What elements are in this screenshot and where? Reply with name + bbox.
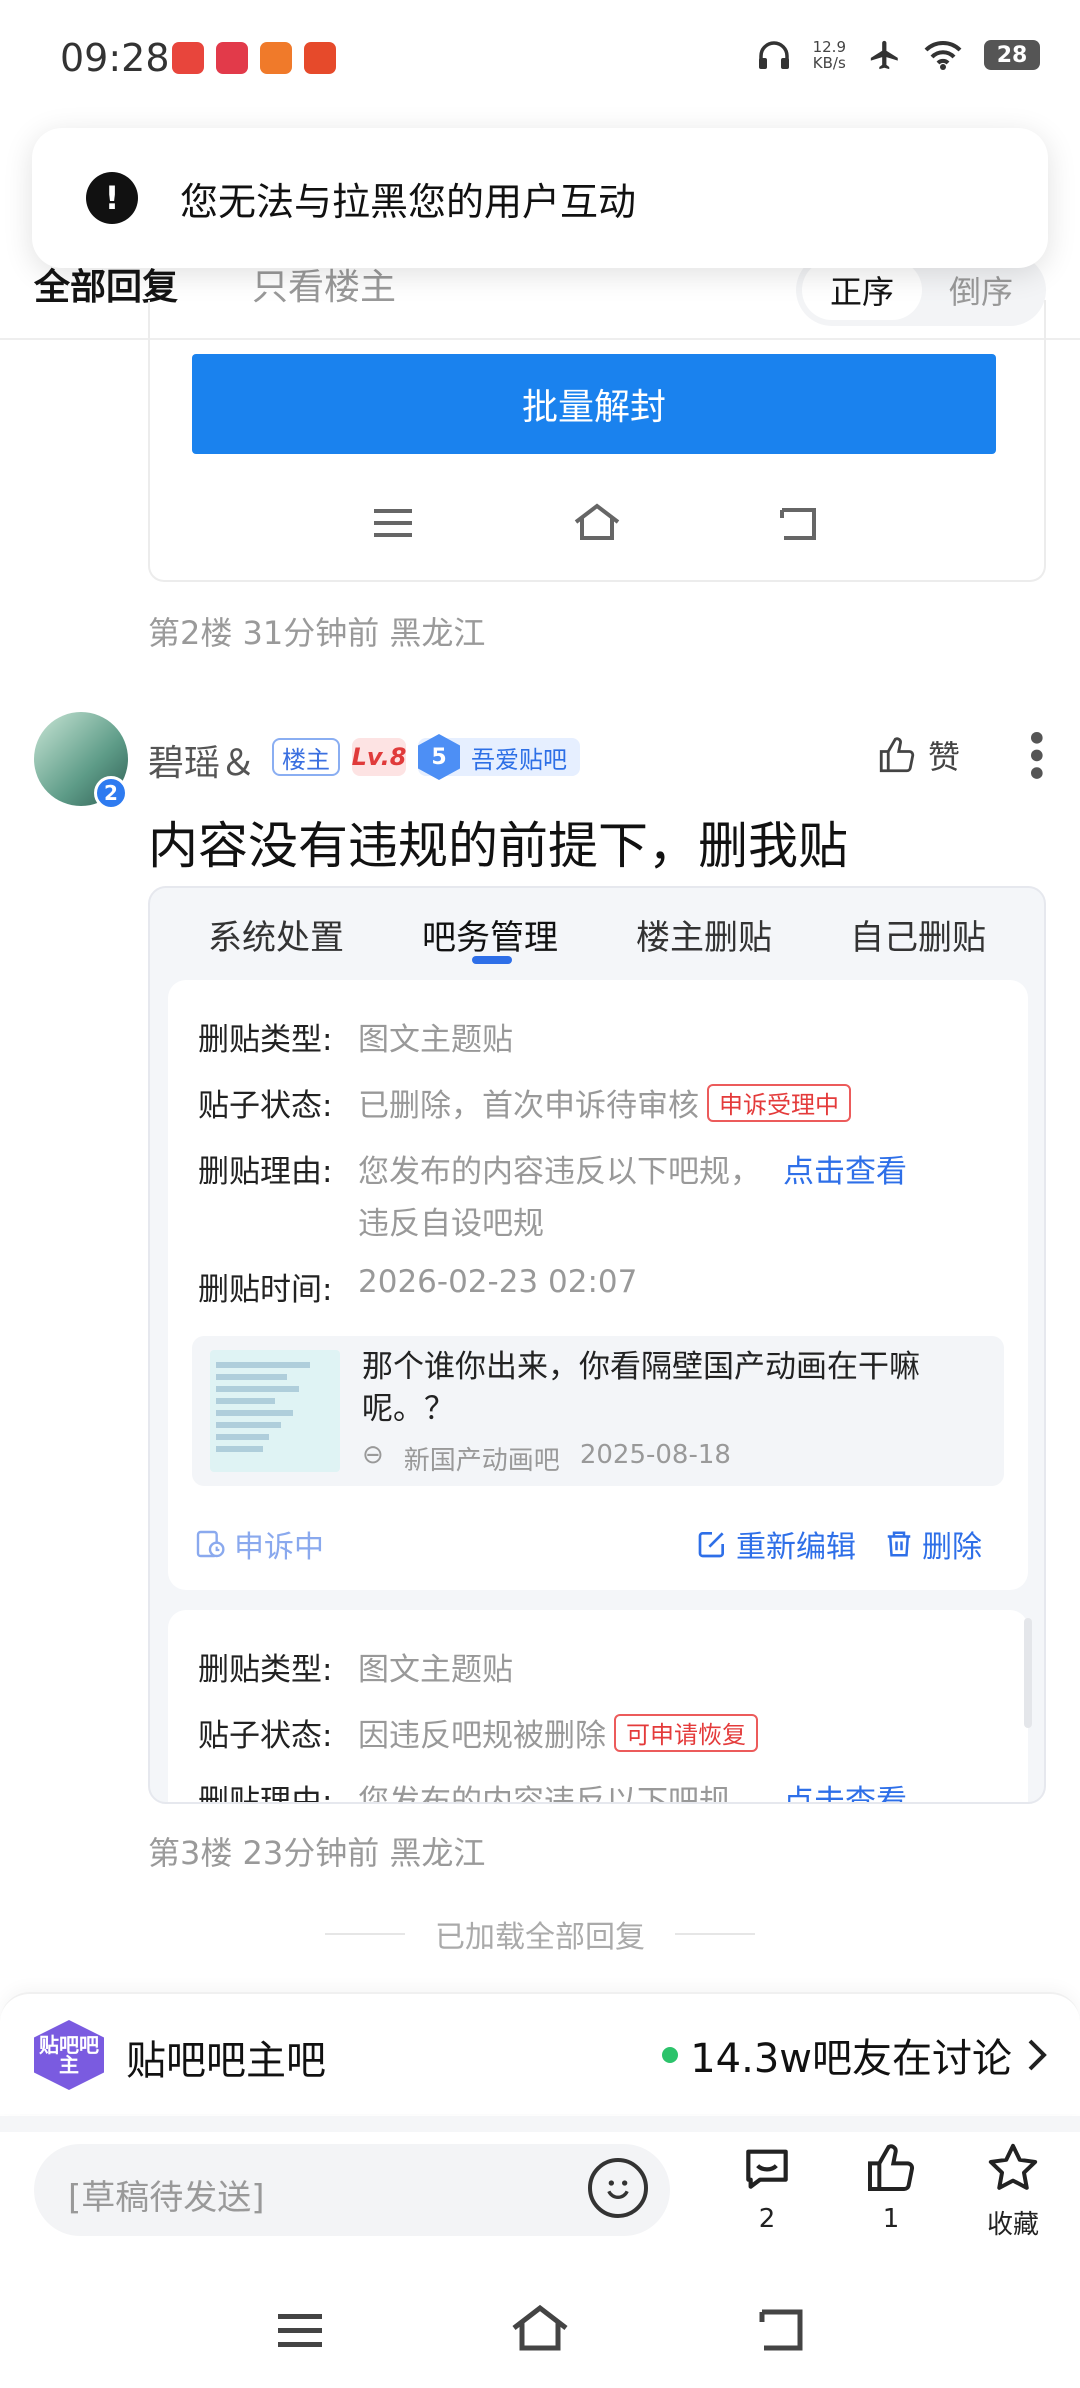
username[interactable]: 碧瑶＆: [148, 734, 256, 786]
reason-detail: 违反自设吧规: [358, 1206, 544, 1242]
thumb-up-icon: [868, 2144, 914, 2191]
floor2-image[interactable]: 批量解封: [148, 300, 1046, 582]
favorite-button[interactable]: 收藏: [968, 2140, 1058, 2241]
floor3-meta: 第3楼 23分钟前 黑龙江: [148, 1834, 486, 1872]
menu-icon: [374, 509, 412, 537]
net-speed: 12.9 KB/s: [812, 38, 846, 72]
app-icon-orange: [260, 42, 292, 74]
type-label: 删贴类型:: [198, 1652, 333, 1688]
edit-icon: [698, 1532, 724, 1558]
menu-icon[interactable]: [276, 2310, 324, 2350]
avatar-level-badge: 2: [94, 776, 128, 810]
view-rules-link: 点击查看: [783, 1784, 907, 1804]
delete-record: 删贴类型: 图文主题贴 贴子状态: 已删除，首次申诉待审核 申诉受理中 删贴理由: 您发…: [168, 980, 1028, 1590]
thumb-up-icon: [879, 737, 915, 773]
reason-value: 您发布的内容违反以下吧规，: [358, 1784, 761, 1804]
appeal-icon: [196, 1530, 225, 1558]
time-value: 2026-02-23 02:07: [358, 1264, 638, 1300]
post-like-button[interactable]: 1: [846, 2140, 936, 2234]
time-label: 删贴时间:: [198, 1272, 333, 1308]
status-badge: 申诉受理中: [707, 1083, 851, 1122]
app-icon-red-3: [304, 42, 336, 74]
home-icon: [574, 503, 620, 540]
online-count: 14.3w吧友在讨论: [662, 2026, 1050, 2084]
headphones-icon: [758, 41, 789, 69]
more-options-icon[interactable]: •••: [1012, 726, 1058, 779]
comment-button[interactable]: 2: [722, 2140, 812, 2234]
toast: ! 您无法与拉黑您的用户互动: [32, 128, 1048, 268]
tab-bar-admin: 吧务管理: [422, 918, 558, 958]
tab-self-deleted: 自己删贴: [850, 918, 986, 958]
like-count: 1: [882, 2204, 900, 2234]
appeal-status: 申诉中: [194, 1522, 324, 1566]
app-icon-red-1: [172, 42, 204, 74]
tab-system: 系统处置: [208, 918, 344, 958]
type-value: 图文主题贴: [358, 1022, 513, 1058]
forum-logo: 贴吧吧主: [34, 2020, 104, 2090]
tab-owner-deleted: 楼主删贴: [636, 918, 772, 958]
floor2-meta: 第2楼 31分钟前 黑龙江: [148, 614, 486, 652]
back-icon[interactable]: [754, 2308, 806, 2352]
reason-value: 您发布的内容违反以下吧规，: [358, 1154, 761, 1190]
status-value: 已删除，首次申诉待审核: [358, 1088, 699, 1124]
deleted-thread-preview: 那个谁你出来，你看隔壁国产动画在干嘛呢。？ ⊖ 新国产动画吧 2025-08-1…: [192, 1336, 1004, 1486]
trash-icon: [887, 1531, 911, 1557]
scrollbar: [1024, 1618, 1032, 1728]
like-button[interactable]: 赞: [876, 732, 960, 778]
reason-label: 删贴理由:: [198, 1154, 333, 1190]
wifi-icon: [924, 40, 962, 70]
forum-bar[interactable]: 贴吧吧主 贴吧吧主吧 14.3w吧友在讨论: [0, 1992, 1080, 2114]
batch-unban-button: 批量解封: [192, 354, 996, 454]
thread-forum: 新国产动画吧: [403, 1446, 560, 1476]
type-label: 删贴类型:: [198, 1022, 333, 1058]
status-time: 09:28: [60, 36, 170, 80]
delete-action: 删除: [884, 1522, 982, 1566]
status-bar: 09:28 12.9 KB/s 28: [0, 0, 1080, 120]
status-icons: 12.9 KB/s 28: [757, 38, 1040, 72]
loaded-all-indicator: 已加载全部回复: [0, 1912, 1080, 1956]
floor3-image[interactable]: 系统处置 吧务管理 楼主删贴 自己删贴 删贴类型: 图文主题贴 贴子状态: 已删除，…: [148, 886, 1046, 1804]
comment-count: 2: [758, 2204, 776, 2234]
reason-label: 删贴理由:: [198, 1784, 333, 1804]
comment-icon: [746, 2149, 788, 2189]
type-value: 图文主题贴: [358, 1652, 513, 1688]
status-value: 因违反吧规被删除: [358, 1718, 606, 1754]
level-tag: Lv.8: [352, 738, 406, 776]
alert-icon: !: [86, 172, 138, 224]
back-icon: [780, 508, 816, 540]
thread-date: 2025-08-18: [579, 1440, 731, 1470]
emoji-icon[interactable]: [588, 2158, 648, 2218]
status-label: 贴子状态:: [198, 1718, 333, 1754]
delete-record: 删贴类型: 图文主题贴 贴子状态: 因违反吧规被删除 可申请恢复 删贴理由: 您发布的内…: [168, 1610, 1028, 1804]
divider: [0, 2116, 1080, 2132]
like-label: 赞: [928, 738, 961, 776]
star-icon: [988, 2143, 1038, 2190]
system-nav-bar: [0, 2290, 1080, 2388]
thread-title: 那个谁你出来，你看隔壁国产动画在干嘛呢。？: [362, 1349, 920, 1427]
smile-face: [607, 2180, 629, 2199]
forum-name: 贴吧吧主吧: [126, 2038, 326, 2084]
chevron-right-icon: [1028, 2039, 1047, 2071]
reply-input-placeholder: [草稿待发送]: [68, 2178, 265, 2218]
thread-thumbnail: [210, 1350, 340, 1472]
status-label: 贴子状态:: [198, 1088, 333, 1124]
view-rules-link: 点击查看: [783, 1154, 907, 1190]
airplane-icon: [870, 40, 898, 70]
status-badge: 可申请恢复: [614, 1713, 758, 1752]
toast-text: 您无法与拉黑您的用户互动: [180, 179, 637, 224]
post-title: 内容没有违规的前提下，删我贴: [148, 817, 848, 875]
reedit-action: 重新编辑: [696, 1522, 856, 1566]
favorite-label: 收藏: [986, 2210, 1039, 2240]
online-dot: [662, 2047, 679, 2063]
battery-indicator: 28: [984, 40, 1040, 70]
thread-meta: ⊖ 新国产动画吧 2025-08-18: [362, 1440, 731, 1477]
active-tab-indicator: [472, 956, 512, 964]
app-icon-red-2: [216, 42, 248, 74]
owner-tag: 楼主: [272, 738, 340, 776]
reply-input[interactable]: [草稿待发送]: [34, 2144, 670, 2236]
forum-icon: ⊖: [362, 1440, 384, 1470]
home-icon[interactable]: [510, 2304, 570, 2352]
